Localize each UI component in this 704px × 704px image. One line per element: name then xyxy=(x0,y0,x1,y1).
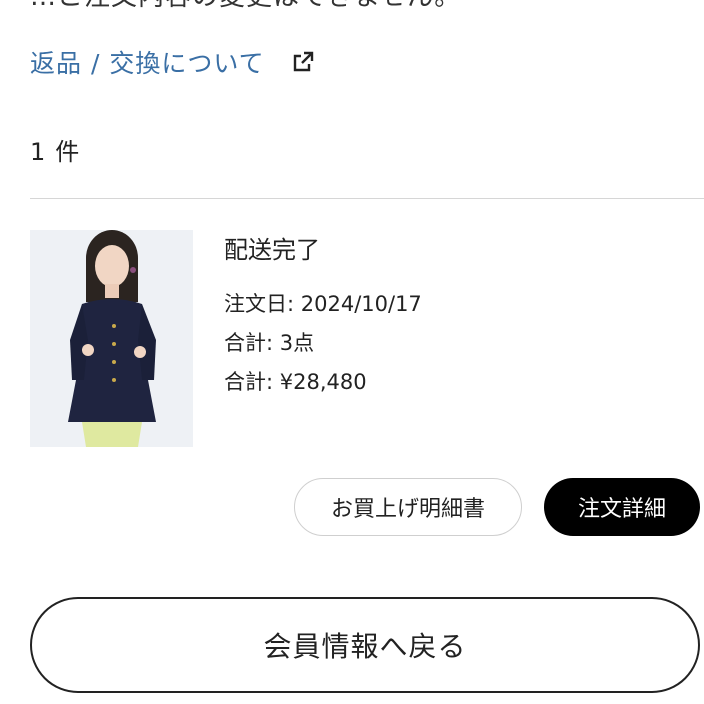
order-count: 1件 xyxy=(30,132,79,167)
order-date: 注文日: 2024/10/17 xyxy=(224,292,422,316)
order-count-number: 1 xyxy=(30,138,46,166)
order-total-items: 合計: 3点 xyxy=(224,331,315,355)
order-detail-button[interactable]: 注文詳細 xyxy=(544,478,700,536)
returns-exchange-link[interactable]: 返品 / 交換について xyxy=(30,44,315,80)
receipt-button[interactable]: お買上げ明細書 xyxy=(294,478,522,536)
back-to-member-info-button[interactable]: 会員情報へ戻る xyxy=(30,597,700,693)
notice-text-clipped: …こ注文内容の変更はできません。 xyxy=(30,0,461,13)
delivery-status: 配送完了 xyxy=(224,236,320,264)
order-total-price: 合計: ¥28,480 xyxy=(224,370,367,394)
returns-exchange-label: 返品 / 交換について xyxy=(30,49,265,78)
external-link-icon xyxy=(291,50,315,74)
order-info: 配送完了 注文日: 2024/10/17 合計: 3点 合計: ¥28,480 xyxy=(224,230,422,402)
divider xyxy=(30,198,704,199)
product-thumbnail[interactable] xyxy=(30,230,193,447)
order-count-unit: 件 xyxy=(55,138,80,166)
